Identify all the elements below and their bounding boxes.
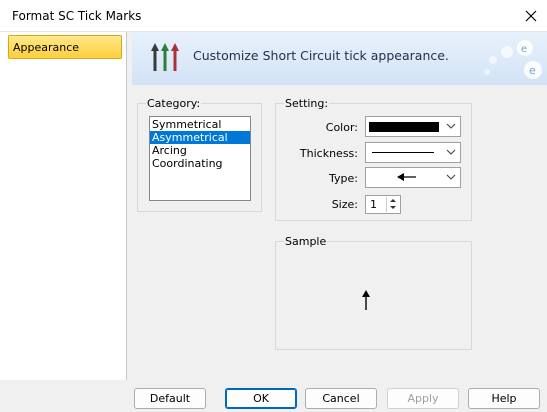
color-dropdown[interactable] (365, 116, 461, 137)
category-label: Category: (146, 97, 202, 110)
thickness-label: Thickness: (299, 147, 358, 160)
type-dropdown[interactable] (365, 167, 461, 188)
category-listbox[interactable]: Symmetrical Asymmetrical Arcing Coordina… (149, 116, 251, 201)
list-item-arcing[interactable]: Arcing (150, 144, 250, 157)
svg-text:e: e (529, 64, 536, 77)
sample-group: Sample (275, 236, 472, 350)
list-item-symmetrical[interactable]: Symmetrical (150, 118, 250, 131)
chevron-down-icon (446, 174, 456, 180)
type-label: Type: (329, 172, 358, 185)
size-label: Size: (331, 198, 358, 211)
list-item-asymmetrical[interactable]: Asymmetrical (150, 131, 250, 144)
close-icon (525, 10, 537, 21)
close-button[interactable] (515, 0, 547, 31)
ok-button[interactable]: OK (225, 388, 297, 409)
svg-text:e: e (521, 44, 527, 55)
sidebar-item-appearance[interactable]: Appearance (8, 35, 122, 59)
arrow-up-icon (362, 290, 370, 310)
spin-up-icon[interactable] (387, 197, 399, 204)
cancel-button[interactable]: Cancel (305, 388, 377, 409)
chevron-down-icon (446, 123, 456, 129)
size-stepper[interactable]: 1 (365, 195, 401, 214)
arrow-left-icon (397, 173, 416, 181)
thickness-dropdown[interactable] (365, 142, 461, 163)
setting-label: Setting: (284, 97, 330, 110)
sidebar: Appearance (0, 32, 127, 380)
decorative-bubbles-icon: e e (484, 40, 542, 79)
header-banner: Customize Short Circuit tick appearance.… (132, 32, 547, 85)
apply-button[interactable]: Apply (387, 388, 459, 409)
thickness-line-preview (372, 152, 434, 153)
color-swatch (369, 122, 439, 132)
color-label: Color: (325, 121, 358, 134)
sample-label: Sample (284, 235, 328, 248)
sidebar-item-label: Appearance (13, 41, 80, 54)
list-item-coordinating[interactable]: Coordinating (150, 157, 250, 170)
help-button[interactable]: Help (468, 388, 540, 409)
spin-down-icon[interactable] (387, 204, 399, 211)
size-value: 1 (370, 198, 377, 211)
tick-marks-icon (151, 43, 179, 71)
banner-description: Customize Short Circuit tick appearance. (193, 48, 449, 63)
chevron-down-icon (446, 149, 456, 155)
default-button[interactable]: Default (134, 388, 206, 409)
size-spin-buttons[interactable] (386, 197, 399, 212)
window-title: Format SC Tick Marks (12, 9, 142, 23)
title-bar: Format SC Tick Marks (0, 0, 547, 32)
